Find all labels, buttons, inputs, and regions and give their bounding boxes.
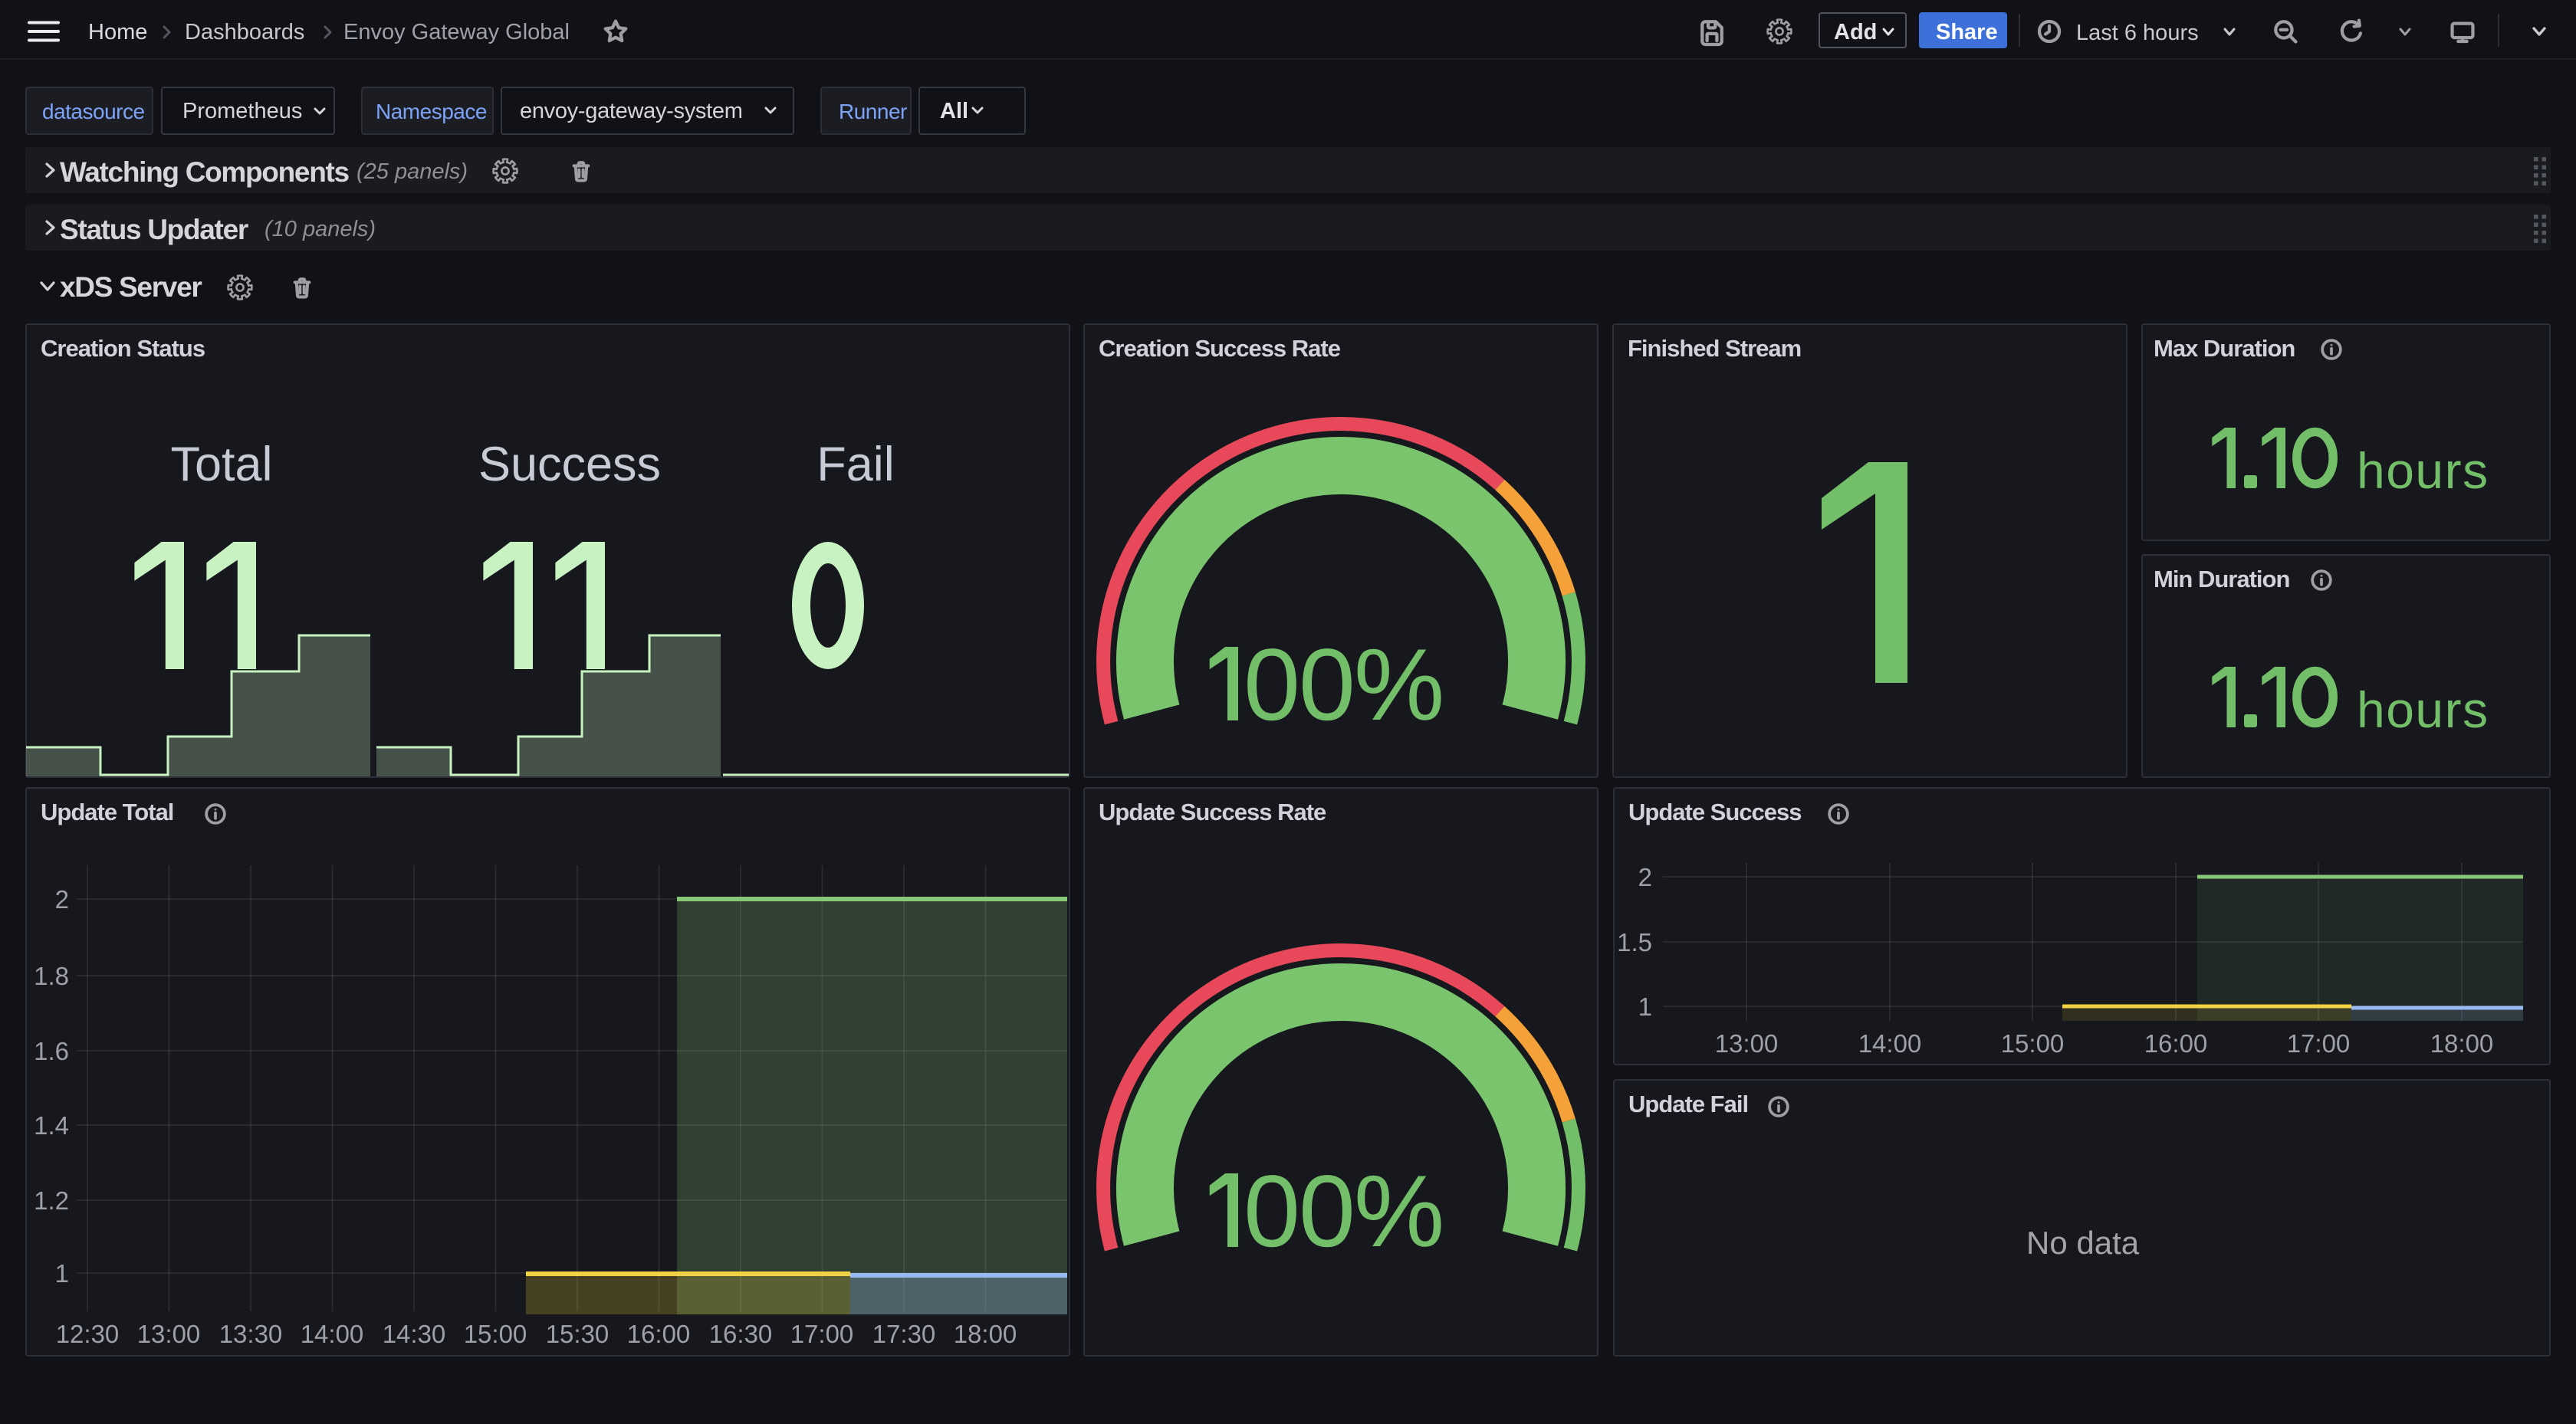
svg-text:1.5: 1.5 [1617,928,1652,956]
svg-text:1: 1 [55,1259,69,1288]
svg-text:1.8: 1.8 [34,962,69,990]
svg-text:12:30: 12:30 [56,1320,120,1348]
svg-text:15:30: 15:30 [546,1320,610,1348]
svg-text:18:00: 18:00 [954,1320,1017,1348]
svg-text:16:30: 16:30 [709,1320,773,1348]
svg-text:Fail: Fail [816,438,895,491]
svg-text:00%: 00% [1244,1155,1443,1268]
svg-text:2: 2 [1638,863,1652,891]
svg-text:15:00: 15:00 [2001,1029,2065,1058]
svg-text:18:00: 18:00 [2430,1029,2494,1058]
svg-text:1.4: 1.4 [34,1111,69,1140]
svg-text:14:00: 14:00 [301,1320,364,1348]
svg-text:16:00: 16:00 [2144,1029,2208,1058]
svg-text:17:00: 17:00 [790,1320,854,1348]
svg-text:13:00: 13:00 [137,1320,201,1348]
svg-text:Success: Success [478,438,661,491]
svg-text:1: 1 [1638,993,1652,1021]
svg-text:16:00: 16:00 [627,1320,691,1348]
svg-text:hours: hours [2357,681,2489,738]
svg-text:1.6: 1.6 [34,1037,69,1065]
svg-text:17:00: 17:00 [2287,1029,2351,1058]
svg-text:13:30: 13:30 [219,1320,283,1348]
svg-text:hours: hours [2357,442,2489,499]
svg-text:17:30: 17:30 [872,1320,936,1348]
svg-text:14:00: 14:00 [1858,1029,1922,1058]
svg-text:1.2: 1.2 [34,1186,69,1215]
svg-text:00%: 00% [1244,628,1443,742]
svg-text:14:30: 14:30 [383,1320,446,1348]
svg-text:Total: Total [170,438,272,491]
svg-text:13:00: 13:00 [1715,1029,1779,1058]
svg-text:2: 2 [55,885,69,914]
svg-text:15:00: 15:00 [464,1320,527,1348]
